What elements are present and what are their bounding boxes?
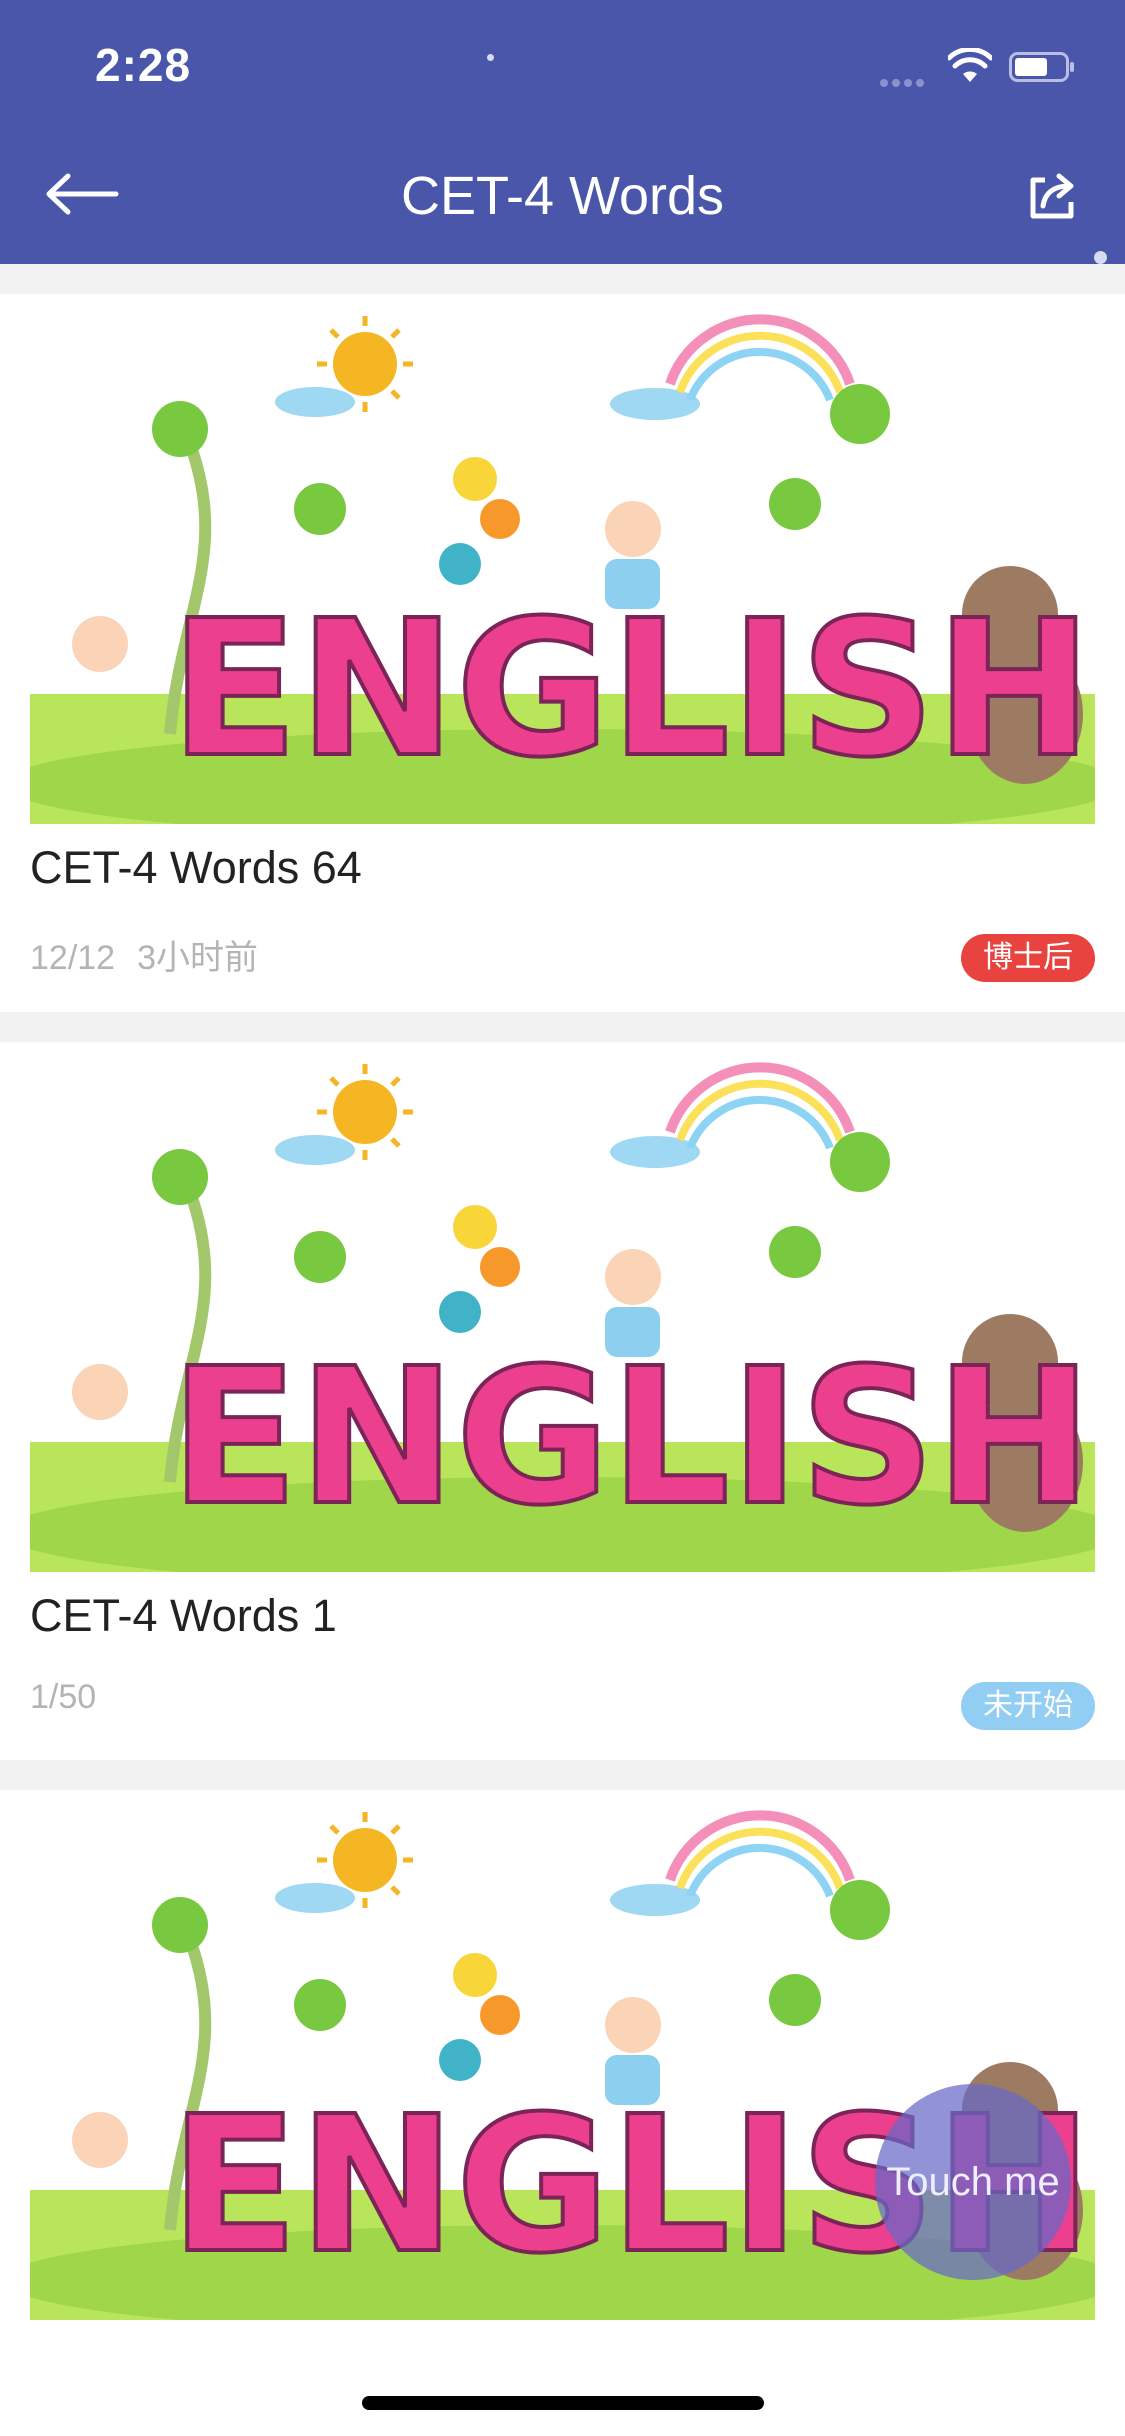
cover-illustration: ENGLISH	[30, 1062, 1095, 1587]
card-meta: 12/12 3小时前	[30, 930, 258, 979]
status-time: 2:28	[95, 39, 192, 91]
english-cover-art: ENGLISH	[30, 1062, 1095, 1592]
word-list-card[interactable]: ENGLISH CET-4 Words 64 12/12 3小时前 博士后	[0, 294, 1125, 1012]
signal-icon	[880, 74, 932, 87]
status-badge: 未开始	[961, 1682, 1095, 1730]
app-header: 2:28 CET-4 Words	[0, 0, 1125, 264]
card-art-letters: ENGLISH	[170, 1328, 1093, 1547]
progress-count: 12/12	[30, 939, 116, 977]
card-title: CET-4 Words 64	[30, 842, 362, 893]
card-art-letters: ENGLISH	[170, 580, 1093, 799]
wifi-icon	[948, 48, 992, 82]
battery-icon	[1009, 52, 1074, 82]
page-title: CET-4 Words	[400, 166, 725, 226]
card-meta: 1/50	[30, 1678, 96, 1717]
touch-me-button[interactable]: Touch me	[875, 2084, 1071, 2280]
english-cover-art: ENGLISH	[30, 314, 1095, 844]
corner-dot	[1094, 251, 1107, 264]
status-indicator-dot	[487, 54, 494, 61]
updated-time: 3小时前	[137, 939, 259, 977]
cover-illustration: ENGLISH	[30, 314, 1095, 839]
word-list-card[interactable]: ENGLISH CET-4 Words 1 1/50 未开始	[0, 1042, 1125, 1760]
home-indicator[interactable]	[362, 2396, 764, 2410]
share-icon	[1030, 173, 1074, 219]
status-badge: 博士后	[961, 934, 1095, 982]
share-button[interactable]	[1025, 170, 1079, 224]
card-title: CET-4 Words 1	[30, 1590, 337, 1641]
progress-count: 1/50	[30, 1678, 97, 1716]
